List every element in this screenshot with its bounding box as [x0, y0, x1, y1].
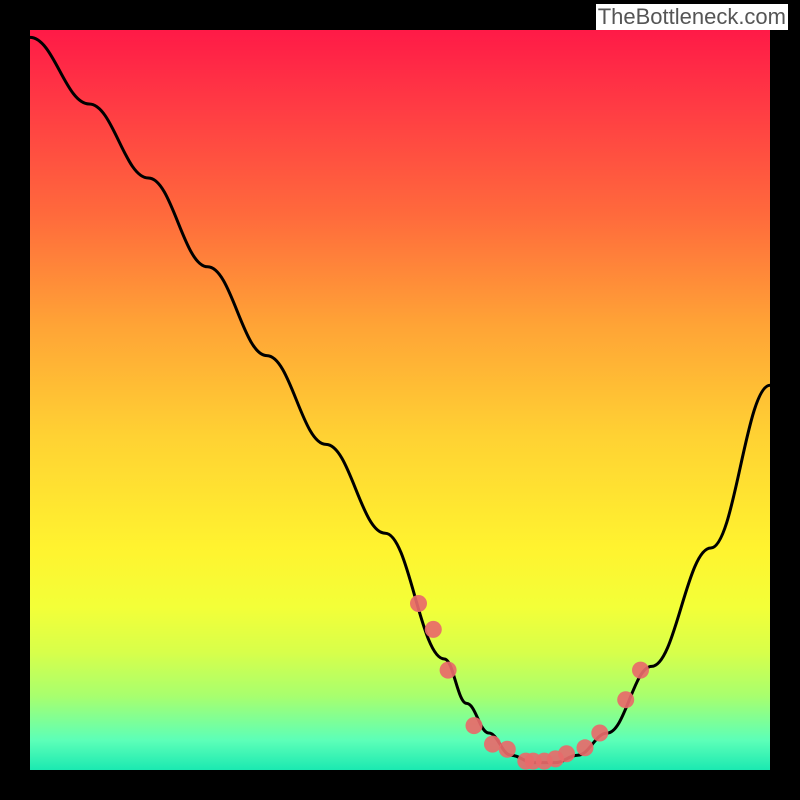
bottleneck-curve: [30, 37, 770, 762]
marker-dot: [484, 736, 501, 753]
marker-dot: [466, 717, 483, 734]
plot-area: [30, 30, 770, 770]
chart-svg: [30, 30, 770, 770]
marker-dot: [632, 662, 649, 679]
marker-dot: [617, 691, 634, 708]
marker-dot: [440, 662, 457, 679]
marker-dot: [499, 741, 516, 758]
highlight-markers: [410, 595, 649, 770]
chart-frame: TheBottleneck.com: [0, 0, 800, 800]
marker-dot: [558, 745, 575, 762]
marker-dot: [591, 725, 608, 742]
marker-dot: [577, 739, 594, 756]
marker-dot: [410, 595, 427, 612]
attribution-label: TheBottleneck.com: [596, 4, 788, 30]
marker-dot: [425, 621, 442, 638]
